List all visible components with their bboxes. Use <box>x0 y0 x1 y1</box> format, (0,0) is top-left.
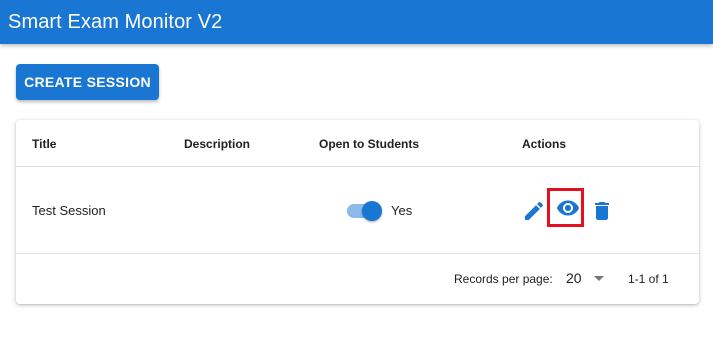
records-per-page-select[interactable]: 20 <box>564 267 610 291</box>
column-header-description[interactable]: Description <box>184 137 250 151</box>
pagination-range: 1-1 of 1 <box>628 272 669 286</box>
column-header-title[interactable]: Title <box>32 137 56 151</box>
toggle-thumb <box>362 201 382 221</box>
open-to-students-label: Yes <box>391 203 413 218</box>
table-footer: Records per page: 20 1-1 of 1 <box>16 254 699 304</box>
records-per-page-value: 20 <box>566 270 582 286</box>
pencil-icon[interactable] <box>522 199 546 223</box>
caret-down-icon <box>594 276 604 281</box>
trash-icon[interactable] <box>590 199 614 223</box>
create-session-button[interactable]: CREATE SESSION <box>16 64 159 100</box>
view-button-highlight <box>547 188 584 227</box>
session-title: Test Session <box>32 203 106 218</box>
app-title: Smart Exam Monitor V2 <box>8 10 223 33</box>
records-per-page-label: Records per page: <box>454 272 553 286</box>
table-row: Test Session Yes <box>16 167 699 254</box>
table-header: Title Description Open to Students Actio… <box>16 120 699 167</box>
open-to-students-toggle[interactable] <box>346 201 382 221</box>
column-header-open-to-students[interactable]: Open to Students <box>319 137 419 151</box>
app-bar: Smart Exam Monitor V2 <box>0 0 713 44</box>
sessions-table: Title Description Open to Students Actio… <box>16 120 699 304</box>
column-header-actions: Actions <box>522 137 567 151</box>
